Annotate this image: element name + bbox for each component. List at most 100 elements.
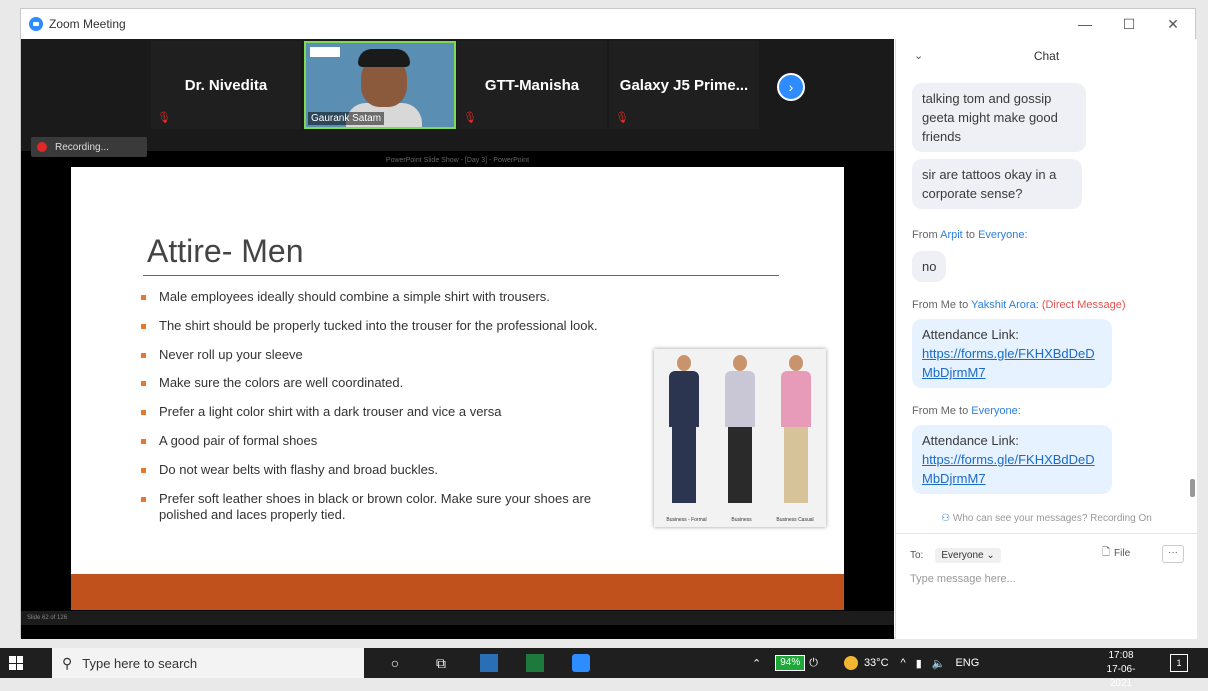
divider [896,533,1197,534]
photo-captions: Business - Formal Business Business Casu… [654,517,826,523]
participant-name: Gaurank Satam [308,112,385,125]
maximize-button[interactable]: ☐ [1107,9,1151,39]
next-participants-button[interactable]: › [777,73,805,101]
record-icon [37,142,47,152]
file-icon: 🗋 [1102,547,1111,558]
zoom-window: Zoom Meeting — ☐ ✕ Dr. Nivedita 🎙 Gauran… [20,8,1197,639]
participant-tile[interactable]: Galaxy J5 Prime... 🎙 [609,41,759,129]
message-sender-line: From Me to Everyone: [912,405,1021,417]
privacy-note[interactable]: ⚇ Who can see your messages? Recording O… [896,513,1197,524]
language-indicator[interactable]: ENG [955,657,979,669]
excel-icon[interactable] [526,654,544,672]
ppt-window-title: PowerPoint Slide Show - [Day 3] - PowerP… [385,157,530,164]
chat-message-text: Attendance Link: [922,327,1019,342]
file-button[interactable]: 🗋 File [1102,545,1130,562]
window-controls: — ☐ ✕ [1063,9,1195,39]
participant-strip: Dr. Nivedita 🎙 Gaurank Satam GTT-Manisha… [21,39,894,151]
search-icon: ⚲ [62,654,73,671]
windows-logo-icon [9,656,23,670]
chat-panel: ⌄ Chat talking tom and gossip geeta migh… [895,39,1197,639]
participant-video-tile[interactable]: Gaurank Satam [304,41,456,129]
chat-message-text: Attendance Link: [922,433,1019,448]
cortana-icon[interactable]: ○ [386,654,404,672]
taskbar-search[interactable]: ⚲ Type here to search [52,648,364,678]
slide-heading: Attire- Men [147,233,304,269]
chat-title: Chat [1033,49,1060,63]
message-sender-line: From Me to Yakshit Arora: (Direct Messag… [912,299,1126,311]
photo-caption: Business [731,517,752,523]
volume-icon[interactable]: 🔈 [932,657,946,670]
slide-bullet: A good pair of formal shoes [141,433,661,449]
temperature[interactable]: 33°C [864,657,889,669]
attendance-link[interactable]: https://forms.gle/FKHXBdDeDMbDjrmM7 [922,450,1102,488]
start-button[interactable] [0,648,32,678]
chevron-down-icon[interactable]: ⌄ [914,49,923,62]
plug-icon: ⏻ [809,656,818,669]
man-figure-formal [664,355,704,505]
tray-expand-icon[interactable]: ⌃ [752,657,761,670]
meeting-area: Dr. Nivedita 🎙 Gaurank Satam GTT-Manisha… [21,39,894,639]
slide-footer-band [71,574,844,610]
slide-bullet: Do not wear belts with flashy and broad … [141,462,661,478]
zoom-app-icon[interactable] [572,654,590,672]
to-label: To: [910,549,924,561]
network-icon[interactable]: ▮ [916,657,922,670]
muted-mic-icon: 🎙 [157,112,171,124]
chat-message: Attendance Link: https://forms.gle/FKHXB… [912,319,1112,388]
shared-slide: Attire- Men Male employees ideally shoul… [71,167,844,610]
slide-bullet-list: Male employees ideally should combine a … [141,289,661,535]
participant-tile[interactable]: GTT-Manisha 🎙 [457,41,607,129]
sender-name[interactable]: Arpit [940,229,963,241]
photos-app-icon[interactable] [480,654,498,672]
weather-icon[interactable] [843,656,858,670]
title-bar: Zoom Meeting — ☐ ✕ [21,9,1195,39]
slide-bullet: Make sure the colors are well coordinate… [141,375,661,391]
recording-indicator[interactable]: Recording... [31,137,147,157]
clock-date: 17-06-2021 [1106,664,1136,689]
photo-caption: Business Casual [776,517,814,523]
recipient-name[interactable]: Yakshit Arora: [971,299,1039,311]
chat-header: ⌄ Chat [896,49,1197,63]
chat-input[interactable]: Type message here... [910,573,1016,585]
video-person-hair [358,49,410,67]
clock-time: 17:08 [1108,650,1134,661]
message-sender-line: From Arpit to Everyone: [912,229,1028,241]
taskbar-clock[interactable]: 17:08 17-06-2021 [1096,649,1146,691]
show-hidden-icon[interactable]: ^ [901,657,906,669]
minimize-button[interactable]: — [1063,9,1107,39]
slide-divider [143,275,779,276]
chat-message: sir are tattoos okay in a corporate sens… [912,159,1082,209]
photo-caption: Business - Formal [666,517,707,523]
recipient-row: To: Everyone ⌄ 🗋 File ··· [910,545,1184,565]
ppt-status-bar: Slide 62 of 126 [21,611,894,625]
notification-center-icon[interactable]: 1 [1170,654,1188,672]
slide-bullet: Prefer a light color shirt with a dark t… [141,404,661,420]
slide-bullet: Never roll up your sleeve [141,347,661,363]
participant-name: Dr. Nivedita [184,77,268,94]
participant-tile[interactable]: Dr. Nivedita 🎙 [151,41,301,129]
task-view-icon[interactable]: ⧉ [432,654,450,672]
window-title: Zoom Meeting [49,17,126,31]
slide-bullet: The shirt should be properly tucked into… [141,318,661,334]
recipient-name[interactable]: Everyone: [978,229,1028,241]
man-figure-casual [776,355,816,505]
recipient-name[interactable]: Everyone: [971,405,1021,417]
chat-scrollbar[interactable] [1190,479,1195,497]
man-figure-business [720,355,760,505]
more-options-button[interactable]: ··· [1162,545,1184,563]
zoom-logo-icon [29,17,43,31]
people-icon: ⚇ [941,513,951,524]
close-button[interactable]: ✕ [1151,9,1195,39]
slide-bullet: Male employees ideally should combine a … [141,289,661,305]
chat-message: no [912,251,947,282]
attendance-link[interactable]: https://forms.gle/FKHXBdDeDMbDjrmM7 [922,344,1102,382]
muted-mic-icon: 🎙 [463,112,477,124]
attire-photo: Business - Formal Business Business Casu… [654,349,826,527]
recording-label: Recording... [55,141,109,153]
muted-mic-icon: 🎙 [615,112,629,124]
slide-bullet: Prefer soft leather shoes in black or br… [141,491,641,523]
windows-taskbar: ⚲ Type here to search ○ ⧉ ⌃ 94% ⏻ 33°C ^… [0,648,1208,689]
participant-name: GTT-Manisha [484,77,580,94]
recipient-dropdown[interactable]: Everyone ⌄ [935,547,1001,563]
battery-indicator[interactable]: 94% [775,655,806,671]
